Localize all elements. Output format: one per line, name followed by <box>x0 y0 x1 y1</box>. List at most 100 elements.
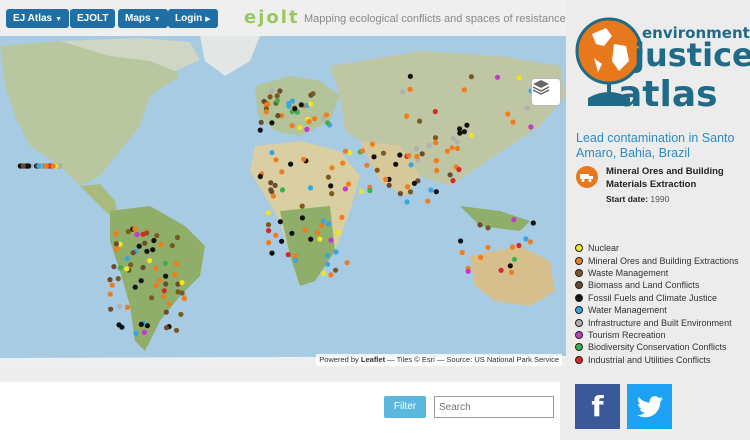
conflict-marker[interactable] <box>449 145 455 151</box>
conflict-marker[interactable] <box>325 174 331 180</box>
conflict-marker[interactable] <box>181 295 187 302</box>
conflict-marker[interactable] <box>342 148 349 154</box>
conflict-marker[interactable] <box>279 187 286 193</box>
conflict-marker[interactable] <box>406 153 412 159</box>
conflict-marker[interactable] <box>511 217 517 223</box>
conflict-marker[interactable] <box>425 198 431 204</box>
conflict-marker[interactable] <box>178 311 184 317</box>
conflict-marker[interactable] <box>464 122 470 128</box>
conflict-marker[interactable] <box>404 199 410 205</box>
conflict-marker[interactable] <box>169 243 175 249</box>
conflict-marker[interactable] <box>113 246 120 252</box>
conflict-marker[interactable] <box>124 266 130 272</box>
conflict-marker[interactable] <box>312 116 318 122</box>
conflict-marker[interactable] <box>138 321 144 327</box>
conflict-marker[interactable] <box>433 158 439 164</box>
conflict-marker[interactable] <box>147 258 153 264</box>
conflict-marker[interactable] <box>270 193 276 199</box>
legend-item[interactable]: Water Management <box>575 304 749 316</box>
conflict-marker[interactable] <box>163 325 170 331</box>
conflict-marker[interactable] <box>478 254 484 260</box>
conflict-marker[interactable] <box>320 116 326 122</box>
conflict-marker[interactable] <box>285 252 291 258</box>
conflict-marker[interactable] <box>342 186 348 192</box>
conflict-marker[interactable] <box>308 236 314 242</box>
conflict-marker[interactable] <box>174 261 180 267</box>
conflict-marker[interactable] <box>530 220 536 226</box>
conflict-marker[interactable] <box>269 120 275 126</box>
conflict-marker[interactable] <box>279 169 285 175</box>
conflict-marker[interactable] <box>140 231 146 237</box>
conflict-marker[interactable] <box>407 86 413 92</box>
conflict-marker[interactable] <box>132 284 138 290</box>
conflict-marker[interactable] <box>414 153 420 159</box>
conflict-marker[interactable] <box>374 167 380 173</box>
conflict-marker[interactable] <box>273 157 279 163</box>
conflict-marker[interactable] <box>258 119 264 125</box>
conflict-marker[interactable] <box>485 225 491 231</box>
conflict-marker[interactable] <box>407 189 414 195</box>
conflict-marker[interactable] <box>428 187 434 193</box>
conflict-marker[interactable] <box>324 252 331 258</box>
ej-atlas-menu-button[interactable]: EJ Atlas ▼ <box>6 9 70 28</box>
conflict-marker[interactable] <box>115 276 121 282</box>
conflict-marker[interactable] <box>107 291 113 297</box>
conflict-marker[interactable] <box>450 178 456 184</box>
conflict-marker[interactable] <box>524 105 530 111</box>
conflict-marker[interactable] <box>265 222 272 228</box>
conflict-marker[interactable] <box>163 309 169 315</box>
conflict-marker[interactable] <box>468 132 474 138</box>
conflict-marker[interactable] <box>299 203 305 209</box>
conflict-marker[interactable] <box>516 75 522 81</box>
conflict-marker[interactable] <box>461 87 467 93</box>
conflict-marker[interactable] <box>161 293 167 299</box>
conflict-marker[interactable] <box>119 324 125 330</box>
conflict-marker[interactable] <box>118 265 124 271</box>
conflict-marker[interactable] <box>432 109 438 115</box>
conflict-marker[interactable] <box>325 120 331 126</box>
conflict-marker[interactable] <box>265 210 271 216</box>
facebook-button[interactable]: f <box>575 384 620 429</box>
conflict-marker[interactable] <box>134 231 140 238</box>
conflict-marker[interactable] <box>454 145 461 151</box>
conflict-marker[interactable] <box>267 94 273 100</box>
conflict-marker[interactable] <box>154 232 160 239</box>
conflict-marker[interactable] <box>144 248 150 254</box>
conflict-marker[interactable] <box>300 156 307 162</box>
conflict-marker[interactable] <box>419 151 425 157</box>
conflict-marker[interactable] <box>138 278 144 284</box>
conflict-marker[interactable] <box>333 267 339 273</box>
conflict-marker[interactable] <box>113 241 119 247</box>
legend-item[interactable]: Nuclear <box>575 242 749 254</box>
conflict-marker[interactable] <box>465 268 471 274</box>
conflict-marker[interactable] <box>289 98 296 104</box>
conflict-marker[interactable] <box>109 282 115 288</box>
conflict-marker[interactable] <box>128 262 134 268</box>
conflict-marker[interactable] <box>527 239 533 245</box>
filter-button[interactable]: Filter <box>384 396 426 418</box>
conflict-marker[interactable] <box>113 230 119 237</box>
conflict-marker[interactable] <box>266 228 272 234</box>
conflict-marker[interactable] <box>153 265 159 271</box>
conflict-marker[interactable] <box>320 270 327 276</box>
layers-button[interactable] <box>531 78 561 106</box>
conflict-marker[interactable] <box>111 264 117 270</box>
conflict-marker[interactable] <box>36 163 42 169</box>
conflict-marker[interactable] <box>329 165 335 171</box>
conflict-marker[interactable] <box>320 218 326 224</box>
conflict-marker[interactable] <box>277 88 283 94</box>
conflict-marker[interactable] <box>308 101 314 107</box>
conflict-marker[interactable] <box>108 306 114 312</box>
conflict-marker[interactable] <box>288 161 294 167</box>
conflict-marker[interactable] <box>273 232 279 238</box>
conflict-marker[interactable] <box>335 230 341 236</box>
conflict-marker[interactable] <box>367 187 373 194</box>
conflict-marker[interactable] <box>173 327 180 333</box>
conflict-marker[interactable] <box>509 244 516 250</box>
conflict-marker[interactable] <box>450 135 456 141</box>
conflict-marker[interactable] <box>328 183 334 189</box>
conflict-marker[interactable] <box>364 162 370 168</box>
conflict-marker[interactable] <box>329 191 335 197</box>
conflict-marker[interactable] <box>162 260 168 266</box>
conflict-marker[interactable] <box>179 290 185 296</box>
